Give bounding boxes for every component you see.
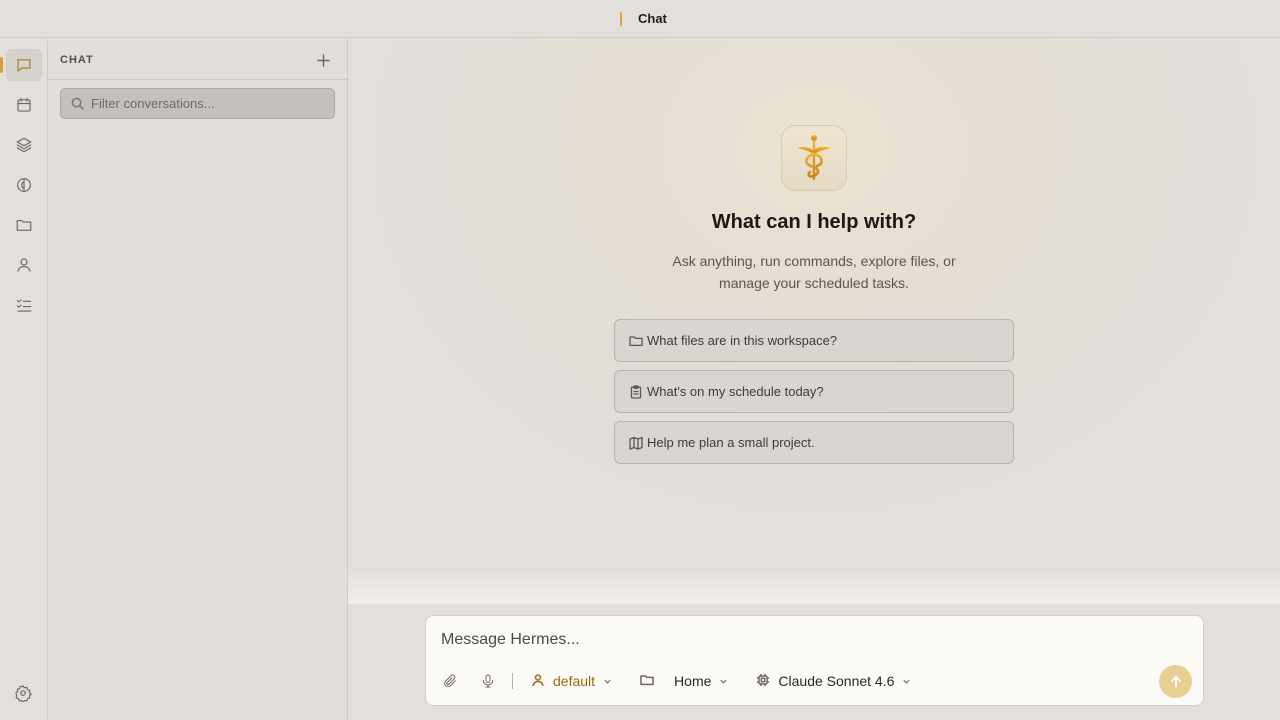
caduceus-logo-icon [797,135,831,180]
model-selector[interactable]: Claude Sonnet 4.6 [756,673,911,690]
calendar-icon [17,97,31,112]
chevron-down-icon [720,679,728,684]
suggestion-label: What files are in this workspace? [647,333,838,348]
title-bar: Chat [0,0,1280,38]
suggestion-files[interactable]: What files are in this workspace? [614,319,1014,362]
sidebar: CHAT [48,39,348,720]
activity-calendar[interactable] [6,89,42,121]
folder-icon [629,335,643,346]
chat-main: What can I help with? Ask anything, run … [348,39,1280,604]
paperclip-icon [444,674,456,688]
user-icon [17,258,31,272]
activity-bar [0,39,48,720]
window-title: Chat [638,11,667,26]
plus-icon [316,53,330,67]
folder-icon [640,674,654,685]
sidebar-header: CHAT [48,39,347,80]
welcome-subheading: Ask anything, run commands, explore file… [672,253,956,291]
new-chat-button[interactable] [313,50,333,70]
profile-selector[interactable]: default [531,673,612,690]
filter-box [60,88,335,119]
profile-label: default [553,673,596,689]
send-button[interactable] [1159,665,1192,698]
map-icon [629,436,643,450]
activity-files[interactable] [6,209,42,241]
workspace-label: Home [674,673,712,689]
activity-layers[interactable] [6,129,42,161]
voice-button[interactable] [480,673,496,689]
model-label: Claude Sonnet 4.6 [778,673,895,689]
checklist-icon [16,299,32,312]
chevron-down-icon [903,679,911,684]
welcome-heading: What can I help with? [711,211,917,233]
attach-button[interactable] [442,673,458,689]
activity-memory[interactable] [6,169,42,201]
microphone-icon [482,674,494,688]
chip-icon [757,673,770,686]
brain-icon [17,178,31,192]
chevron-down-icon [604,679,611,684]
suggestion-schedule[interactable]: What's on my schedule today? [614,370,1014,413]
composer-area: default Home Claude Sonnet 4.6 [348,604,1280,720]
suggestion-label: What's on my schedule today? [647,384,824,399]
title-accent-mark [620,12,622,26]
message-composer: default Home Claude Sonnet 4.6 [425,615,1204,706]
layers-icon [16,137,32,153]
arrow-up-icon [1170,675,1181,688]
workspace-selector[interactable]: Home [640,673,728,690]
sidebar-title: CHAT [60,54,94,66]
message-input[interactable] [441,631,1141,653]
clipboard-icon [630,384,642,399]
toolbar-divider [512,673,513,689]
filter-conversations-input[interactable] [91,96,321,111]
activity-chat[interactable] [6,49,42,81]
user-icon [532,673,544,686]
suggestion-label: Help me plan a small project. [647,435,815,450]
activity-tasks[interactable] [6,289,42,321]
folder-icon [16,219,32,231]
gear-icon [15,684,33,704]
activity-profile[interactable] [6,249,42,281]
hermes-logo [781,125,847,191]
active-indicator [0,57,3,73]
composer-toolbar: default Home Claude Sonnet 4.6 [442,671,911,691]
chat-icon [17,59,31,72]
scroll-fade [348,570,1280,604]
settings-button[interactable] [14,684,34,704]
search-icon [71,97,84,110]
suggestion-plan[interactable]: Help me plan a small project. [614,421,1014,464]
